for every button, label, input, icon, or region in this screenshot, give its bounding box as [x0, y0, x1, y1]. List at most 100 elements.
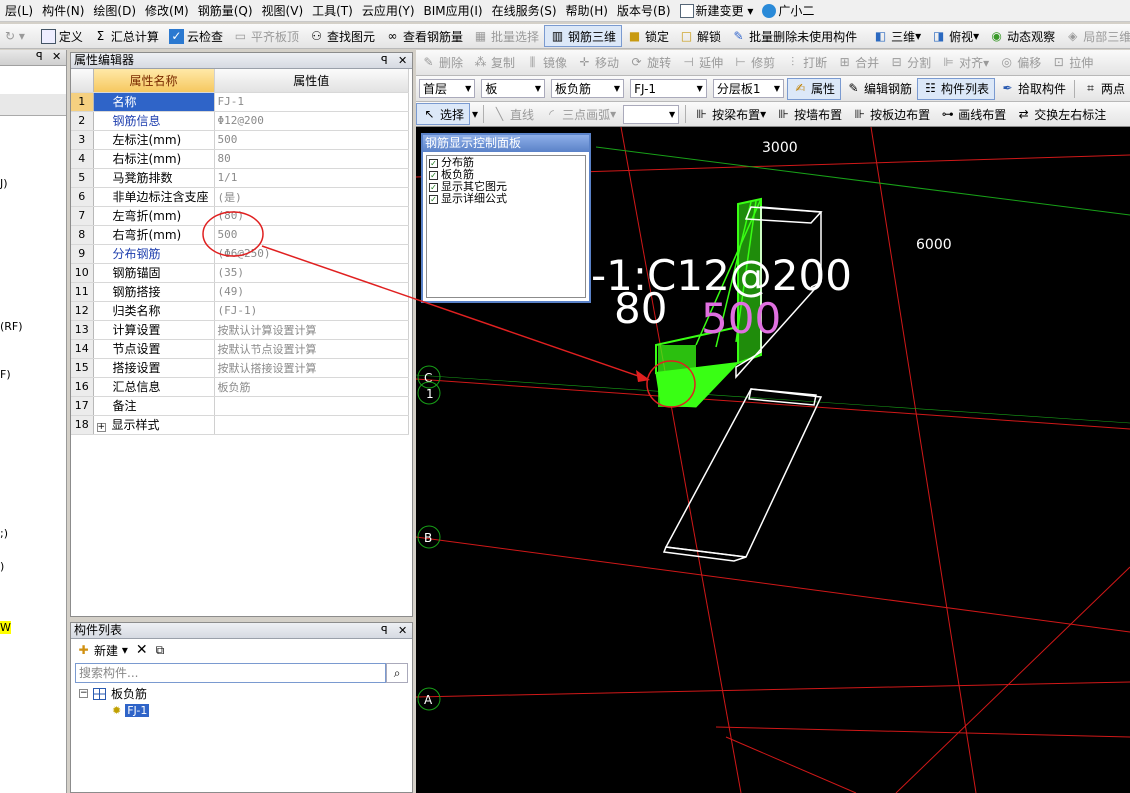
nav-item-rf[interactable]: (RF) — [0, 320, 23, 333]
move-button[interactable]: ✛ 移动 — [572, 52, 624, 74]
property-value[interactable]: FJ-1 — [214, 92, 409, 112]
copy-button[interactable]: ⁂ 复制 — [468, 52, 520, 74]
property-row[interactable]: 8 右弯折(mm) 500 — [71, 225, 409, 245]
select-dropdown[interactable]: ▾ — [470, 103, 480, 125]
search-icon[interactable]: ⌕ — [386, 663, 408, 683]
unlock-button[interactable]: □ 解锁 — [674, 25, 726, 47]
nav-item-j[interactable]: J) — [0, 177, 8, 190]
property-value[interactable]: 500 — [214, 225, 409, 245]
view-rebar-quantity-button[interactable]: ∞ 查看钢筋量 — [380, 25, 468, 47]
component-select[interactable]: FJ-1 ▼ — [630, 79, 707, 98]
property-row[interactable]: 15 搭接设置 按默认搭接设置计算 — [71, 358, 409, 378]
menu-view[interactable]: 视图(V) — [257, 2, 308, 19]
pin-icon[interactable]: ꟼ — [36, 50, 43, 63]
collapse-icon[interactable]: − — [79, 689, 88, 698]
property-value[interactable]: 按默认节点设置计算 — [214, 339, 409, 359]
property-row[interactable]: 17 备注 — [71, 396, 409, 416]
property-value[interactable]: 按默认搭接设置计算 — [214, 358, 409, 378]
swap-annotation-button[interactable]: ⇄ 交换左右标注 — [1011, 103, 1111, 125]
property-row[interactable]: 3 左标注(mm) 500 — [71, 130, 409, 150]
rebar-3d-button[interactable]: ▥ 钢筋三维 — [544, 25, 623, 47]
menu-bim[interactable]: BIM应用(I) — [419, 2, 487, 19]
property-row[interactable]: 18 + 显示样式 — [71, 415, 409, 435]
cloud-check-button[interactable]: ✓ 云检查 — [164, 25, 228, 47]
pin-icon[interactable]: ꟼ — [381, 53, 388, 68]
dynamic-orbit-button[interactable]: ◉ 动态观察 — [984, 25, 1060, 47]
menu-tools[interactable]: 工具(T) — [307, 2, 357, 19]
nav-item-paren[interactable]: ) — [0, 560, 4, 573]
extend-button[interactable]: ⊣ 延伸 — [676, 52, 728, 74]
layer-select[interactable]: 分层板1 ▼ — [712, 79, 784, 98]
close-icon[interactable]: ✕ — [398, 53, 407, 68]
menu-modify[interactable]: 修改(M) — [140, 2, 193, 19]
property-row[interactable]: 10 钢筋锚固 (35) — [71, 263, 409, 283]
property-row[interactable]: 2 钢筋信息 Φ12@200 — [71, 111, 409, 131]
edit-rebar-button[interactable]: ✎ 编辑钢筋 — [841, 78, 917, 100]
nav-item-w[interactable]: W — [0, 621, 11, 634]
by-beam-button[interactable]: ⊪ 按梁布置 ▾ — [689, 103, 771, 125]
undo-button[interactable]: ↻ ▾ — [0, 25, 30, 47]
menu-rebar-quantity[interactable]: 钢筋量(Q) — [193, 2, 257, 19]
properties-button[interactable]: ✍ 属性 — [787, 77, 842, 100]
split-button[interactable]: ⊟ 分割 — [884, 52, 936, 74]
new-component-button[interactable]: ✚ 新建 ▾ — [76, 642, 127, 659]
merge-button[interactable]: ⊞ 合并 — [832, 52, 884, 74]
floor-select[interactable]: 首层 ▼ — [419, 79, 476, 98]
subtype-select[interactable]: 板负筋 ▼ — [551, 79, 625, 98]
delete-button[interactable]: ✎ 删除 — [416, 52, 468, 74]
select-button[interactable]: ↖ 选择 — [416, 103, 471, 125]
line-button[interactable]: ╲ 直线 — [487, 103, 539, 125]
nav-item-semicolon[interactable]: ;) — [0, 527, 8, 540]
local-3d-button[interactable]: ◈ 局部三维 — [1060, 25, 1130, 47]
property-row[interactable]: 11 钢筋搭接 (49) — [71, 282, 409, 302]
by-slab-edge-button[interactable]: ⊪ 按板边布置 — [847, 103, 935, 125]
property-row[interactable]: 9 分布钢筋 (Φ6@250) — [71, 244, 409, 264]
rotate-button[interactable]: ⟳ 旋转 — [624, 52, 676, 74]
property-value[interactable]: 80 — [214, 149, 409, 169]
menu-help[interactable]: 帮助(H) — [561, 2, 612, 19]
pin-icon[interactable]: ꟼ — [381, 623, 388, 638]
property-value[interactable] — [214, 396, 409, 416]
summary-calc-button[interactable]: Σ 汇总计算 — [88, 25, 164, 47]
checkbox-show-detail-formula[interactable]: ✓ 显示详细公式 — [429, 193, 583, 205]
property-value[interactable]: (是) — [214, 187, 409, 207]
tree-node-fj1[interactable]: ✹ FJ-1 — [79, 702, 404, 718]
property-value[interactable] — [214, 415, 409, 435]
menu-floor[interactable]: 层(L) — [0, 2, 37, 19]
draw-line-layout-button[interactable]: ⊶ 画线布置 — [935, 103, 1011, 125]
property-value[interactable]: 1/1 — [214, 168, 409, 188]
type-select[interactable]: 板 ▼ — [481, 79, 546, 98]
flush-slab-top-button[interactable]: ▭ 平齐板顶 — [228, 25, 304, 47]
menu-version[interactable]: 版本号(B) — [612, 2, 675, 19]
expand-icon[interactable]: + — [96, 423, 106, 432]
stretch-button[interactable]: ⊡ 拉伸 — [1046, 52, 1098, 74]
property-row[interactable]: 7 左弯折(mm) (80) — [71, 206, 409, 226]
menu-cloud[interactable]: 云应用(Y) — [357, 2, 419, 19]
property-row[interactable]: 14 节点设置 按默认节点设置计算 — [71, 339, 409, 359]
property-value[interactable]: (Φ6@250) — [214, 244, 409, 264]
by-wall-button[interactable]: ⊪ 按墙布置 — [771, 103, 847, 125]
menu-component[interactable]: 构件(N) — [37, 2, 88, 19]
delete-component-icon[interactable]: ✕ — [136, 642, 148, 658]
close-icon[interactable]: ✕ — [52, 50, 61, 63]
menu-draw[interactable]: 绘图(D) — [88, 2, 140, 19]
two-points-button[interactable]: ⌗ 两点 — [1078, 78, 1130, 100]
property-row[interactable]: 4 右标注(mm) 80 — [71, 149, 409, 169]
break-button[interactable]: ⫶ 打断 — [780, 52, 832, 74]
batch-delete-unused-button[interactable]: ✎ 批量删除未使用构件 — [726, 25, 862, 47]
trim-button[interactable]: ⊢ 修剪 — [728, 52, 780, 74]
property-value[interactable]: (80) — [214, 206, 409, 226]
property-row[interactable]: 6 非单边标注含支座 (是) — [71, 187, 409, 207]
top-view-button[interactable]: ◨ 俯视 ▾ — [926, 25, 984, 47]
tree-node-root[interactable]: − 板负筋 — [79, 685, 404, 702]
component-list-button[interactable]: ☷ 构件列表 — [917, 77, 996, 100]
menu-online-service[interactable]: 在线服务(S) — [487, 2, 561, 19]
three-point-arc-button[interactable]: ◜ 三点画弧 ▾ — [539, 103, 621, 125]
pick-component-button[interactable]: ✒ 拾取构件 — [995, 78, 1071, 100]
property-value[interactable]: 板负筋 — [214, 377, 409, 397]
arc-mode-select[interactable]: ▼ — [623, 104, 680, 124]
property-value[interactable]: 500 — [214, 130, 409, 150]
property-value[interactable]: (FJ-1) — [214, 301, 409, 321]
close-icon[interactable]: ✕ — [398, 623, 407, 638]
offset-button[interactable]: ◎ 偏移 — [994, 52, 1046, 74]
